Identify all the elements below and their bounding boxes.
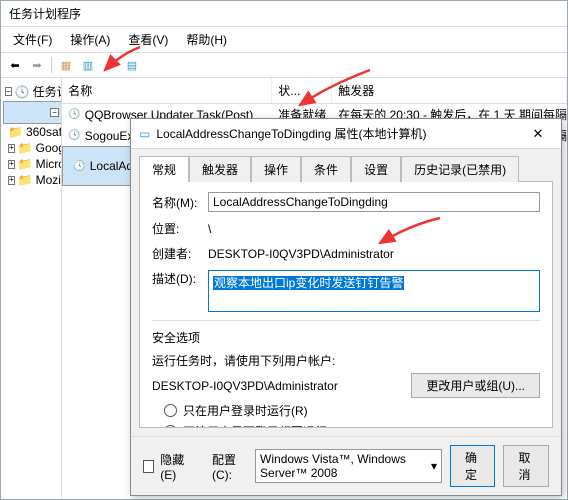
list-header: 名称 状... 触发器 xyxy=(62,78,567,104)
menu-help[interactable]: 帮助(H) xyxy=(178,29,235,50)
col-status[interactable]: 状... xyxy=(272,78,332,103)
window-title: 任务计划程序 xyxy=(9,7,81,21)
tree-item[interactable]: +📁Microsoft xyxy=(3,156,59,172)
radio-logged-on[interactable]: 只在用户登录时运行(R) xyxy=(164,402,540,419)
hidden-checkbox[interactable] xyxy=(143,460,154,473)
security-heading: 安全选项 xyxy=(152,329,540,346)
folder-icon: 📁 xyxy=(18,141,33,155)
name-input[interactable]: LocalAddressChangeToDingding xyxy=(208,192,540,212)
dialog-icon: ▭ xyxy=(139,127,150,141)
tab-panel-general: 名称(M):LocalAddressChangeToDingding 位置:\ … xyxy=(139,181,553,428)
run-as-label: 运行任务时，请使用下列用户帐户: xyxy=(152,352,540,369)
config-select[interactable]: Windows Vista™, Windows Server™ 2008▾ xyxy=(255,449,442,483)
task-icon: 🕓 xyxy=(73,161,85,172)
back-button[interactable]: ⬅ xyxy=(5,56,25,74)
run-as-value: DESKTOP-I0QV3PD\Administrator xyxy=(152,379,403,393)
col-name[interactable]: 名称 xyxy=(62,78,272,103)
collapse-icon[interactable]: − xyxy=(5,87,12,96)
tab-conditions[interactable]: 条件 xyxy=(301,156,351,182)
tool3-icon[interactable]: ▤ xyxy=(122,56,142,74)
radio-always[interactable]: 不管用户是否登录都要运行(W) xyxy=(164,423,540,428)
expand-icon[interactable]: + xyxy=(8,176,15,185)
folder-icon: 📁 xyxy=(18,173,33,187)
expand-icon[interactable]: + xyxy=(8,144,15,153)
tree-item[interactable]: +📁Mozilla xyxy=(3,172,59,188)
tree-panel: −🕓任务计划程序 (本地) −📁任务计划程序库 📁360safe +📁Googl… xyxy=(1,78,62,499)
task-icon: 🕓 xyxy=(68,109,80,120)
tree-library[interactable]: −📁任务计划程序库 xyxy=(3,101,62,124)
config-label: 配置(C): xyxy=(212,451,249,482)
toolbar: ⬅ ➡ ▦ ▥ ? ▤ xyxy=(1,53,567,78)
folder-icon: 📁 xyxy=(8,125,23,139)
tab-triggers[interactable]: 触发器 xyxy=(189,156,251,182)
desc-input[interactable]: 观察本地出口ip变化时发送钉钉告警 xyxy=(208,270,540,312)
folder-icon: 🕓 xyxy=(15,85,30,99)
dialog-title: LocalAddressChangeToDingding 属性(本地计算机) xyxy=(156,125,426,142)
menu-file[interactable]: 文件(F) xyxy=(5,29,60,50)
radio-icon xyxy=(164,425,177,428)
creator-value: DESKTOP-I0QV3PD\Administrator xyxy=(208,247,540,261)
tool2-icon[interactable]: ▥ xyxy=(78,56,98,74)
tree-root[interactable]: −🕓任务计划程序 (本地) xyxy=(3,82,59,101)
chevron-down-icon: ▾ xyxy=(431,459,437,473)
name-label: 名称(M): xyxy=(152,194,200,211)
menu-view[interactable]: 查看(V) xyxy=(120,29,176,50)
help-icon[interactable]: ? xyxy=(100,56,120,74)
tab-history[interactable]: 历史记录(已禁用) xyxy=(401,156,519,182)
cancel-button[interactable]: 取消 xyxy=(503,445,549,487)
radio-icon xyxy=(164,404,177,417)
tab-general[interactable]: 常规 xyxy=(139,156,189,182)
tab-strip: 常规 触发器 操作 条件 设置 历史记录(已禁用) xyxy=(131,149,561,181)
menu-action[interactable]: 操作(A) xyxy=(62,29,118,50)
collapse-icon[interactable]: − xyxy=(50,108,59,117)
close-button[interactable]: ✕ xyxy=(523,126,553,142)
location-label: 位置: xyxy=(152,220,200,237)
task-icon: 🕓 xyxy=(68,130,80,141)
tree-item[interactable]: +📁GoogleUser xyxy=(3,140,59,156)
ok-button[interactable]: 确定 xyxy=(450,445,496,487)
desc-label: 描述(D): xyxy=(152,270,200,287)
forward-button[interactable]: ➡ xyxy=(27,56,47,74)
creator-label: 创建者: xyxy=(152,245,200,262)
tab-actions[interactable]: 操作 xyxy=(251,156,301,182)
menubar: 文件(F) 操作(A) 查看(V) 帮助(H) xyxy=(1,27,567,53)
tool1-icon[interactable]: ▦ xyxy=(56,56,76,74)
tree-item[interactable]: 📁360safe xyxy=(3,124,59,140)
col-trigger[interactable]: 触发器 xyxy=(332,78,567,103)
hidden-label: 隐藏(E) xyxy=(160,451,194,482)
change-user-button[interactable]: 更改用户或组(U)... xyxy=(411,373,540,398)
properties-dialog: ▭LocalAddressChangeToDingding 属性(本地计算机) … xyxy=(130,118,562,496)
location-value: \ xyxy=(208,222,540,236)
expand-icon[interactable]: + xyxy=(8,160,15,169)
folder-icon: 📁 xyxy=(18,157,33,171)
tab-settings[interactable]: 设置 xyxy=(351,156,401,182)
